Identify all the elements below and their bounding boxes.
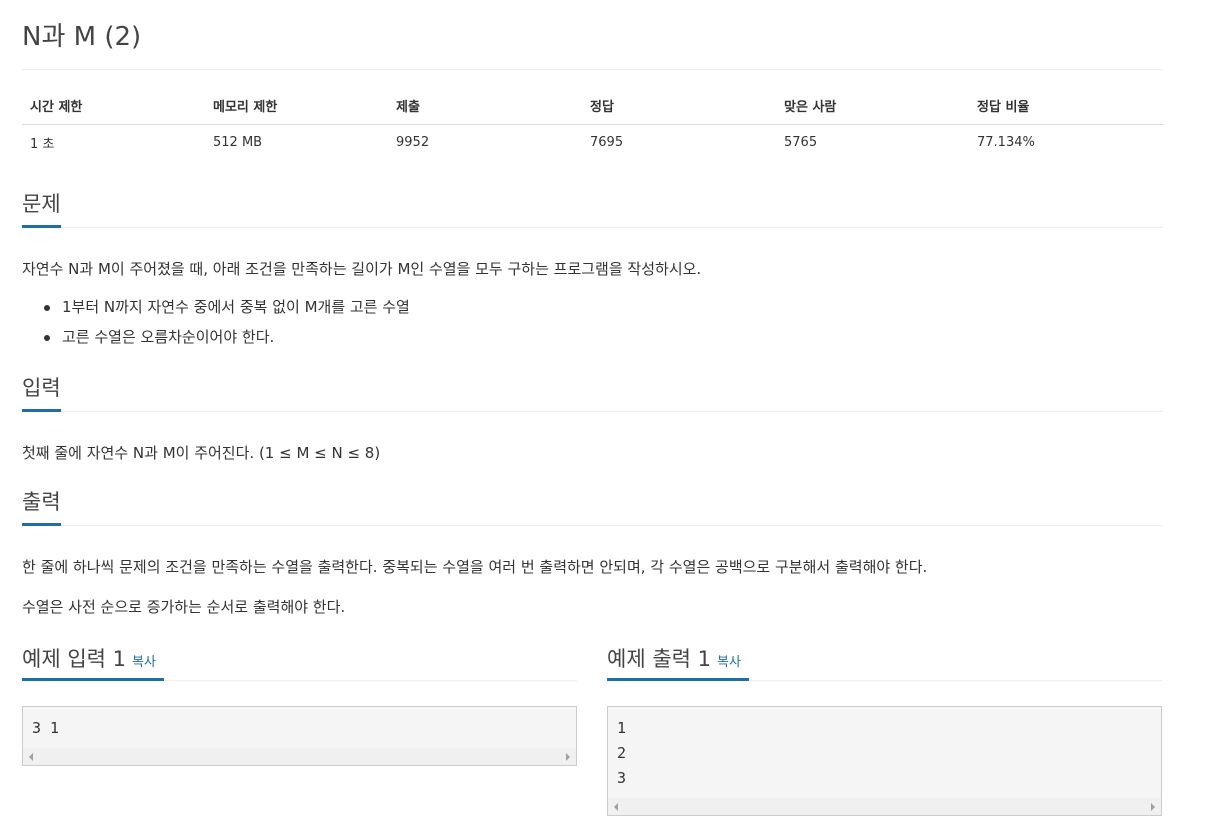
info-value-row: 1 초 512 MB 9952 7695 5765 77.134% <box>22 124 1163 160</box>
sample-output-line: 1 <box>617 719 627 737</box>
scroll-right-arrow-icon[interactable] <box>566 753 570 761</box>
scroll-right-arrow-icon[interactable] <box>1151 803 1155 811</box>
info-header-row: 시간 제한 메모리 제한 제출 정답 맞은 사람 정답 비율 <box>22 88 1163 125</box>
output-section-header: 출력 <box>22 488 1163 526</box>
info-value-submissions: 9952 <box>396 134 430 150</box>
sample-input-scrollbar[interactable] <box>23 748 576 765</box>
sample-input-line: 3 1 <box>32 719 60 737</box>
info-value-ratio: 77.134% <box>977 134 1035 150</box>
sample-output-header: 예제 출력 1 복사 <box>607 642 1162 681</box>
page-title: N과 M (2) <box>22 22 142 52</box>
scroll-left-arrow-icon[interactable] <box>29 753 33 761</box>
info-value-accepted: 7695 <box>590 134 624 150</box>
description-heading: 문제 <box>22 190 61 228</box>
info-header-solvers: 맞은 사람 <box>776 88 969 125</box>
scroll-left-arrow-icon[interactable] <box>614 803 618 811</box>
description-bullet: 1부터 N까지 자연수 중에서 중복 없이 M개를 고른 수열 <box>22 292 410 322</box>
sample-input-header: 예제 입력 1 복사 <box>22 642 577 681</box>
sample-output-heading: 예제 출력 1 <box>607 647 711 671</box>
title-divider <box>22 69 1163 70</box>
copy-sample-input-link[interactable]: 복사 <box>132 655 156 670</box>
description-text: 자연수 N과 M이 주어졌을 때, 아래 조건을 만족하는 길이가 M인 수열을… <box>22 260 702 278</box>
sample-input-box[interactable]: 3 1 <box>22 706 577 766</box>
copy-sample-output-link[interactable]: 복사 <box>717 655 741 670</box>
description-section-header: 문제 <box>22 190 1163 228</box>
info-header-submissions: 제출 <box>388 88 582 125</box>
description-bullet: 고른 수열은 오름차순이어야 한다. <box>22 322 410 352</box>
sample-output-heading-wrap: 예제 출력 1 복사 <box>607 642 749 681</box>
input-section-header: 입력 <box>22 374 1163 412</box>
output-text-2: 수열은 사전 순으로 증가하는 순서로 출력해야 한다. <box>22 598 346 616</box>
info-header-accepted: 정답 <box>582 88 776 125</box>
input-heading: 입력 <box>22 374 61 412</box>
sample-output-line: 3 <box>617 769 627 787</box>
input-text: 첫째 줄에 자연수 N과 M이 주어진다. (1 ≤ M ≤ N ≤ 8) <box>22 444 381 462</box>
output-heading: 출력 <box>22 488 61 526</box>
description-bullet-list: 1부터 N까지 자연수 중에서 중복 없이 M개를 고른 수열 고른 수열은 오… <box>22 292 410 352</box>
sample-output-box[interactable]: 1 2 3 <box>607 706 1162 816</box>
output-text-1: 한 줄에 하나씩 문제의 조건을 만족하는 수열을 출력한다. 중복되는 수열을… <box>22 558 928 576</box>
info-value-memory-limit: 512 MB <box>213 134 263 150</box>
info-header-ratio: 정답 비율 <box>969 88 1163 125</box>
sample-input-heading: 예제 입력 1 <box>22 647 126 671</box>
sample-output-scrollbar[interactable] <box>608 798 1161 815</box>
info-value-solvers: 5765 <box>784 134 818 150</box>
info-header-time-limit: 시간 제한 <box>22 88 205 125</box>
sample-output-line: 2 <box>617 744 627 762</box>
sample-input-heading-wrap: 예제 입력 1 복사 <box>22 642 164 681</box>
info-header-memory-limit: 메모리 제한 <box>205 88 388 125</box>
problem-info-table: 시간 제한 메모리 제한 제출 정답 맞은 사람 정답 비율 1 초 512 M… <box>22 88 1163 160</box>
info-value-time-limit: 1 초 <box>30 136 55 152</box>
